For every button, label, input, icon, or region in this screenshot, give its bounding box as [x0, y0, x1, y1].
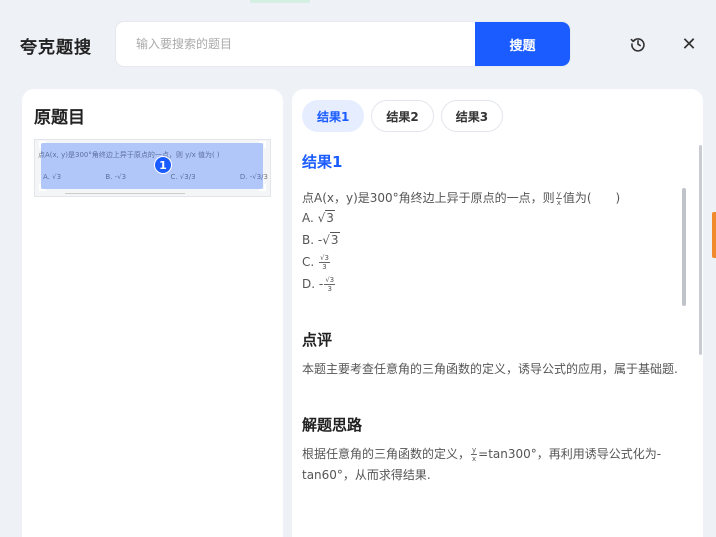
- result-heading: 结果1: [302, 153, 343, 171]
- content-scrollbar-thumb[interactable]: [682, 188, 686, 306]
- fraction-numerator: y: [471, 446, 478, 455]
- tab-result-2[interactable]: 结果2: [371, 100, 434, 132]
- question-text: 点A(x，y)是300°角终边上异于原点的一点，则 y x 值为( ): [302, 190, 682, 207]
- side-edge-tab[interactable]: [712, 212, 716, 258]
- search-box: 搜题: [116, 22, 570, 66]
- option-d: D. - √3 3: [302, 273, 682, 295]
- option-b: B. -√3: [302, 229, 682, 251]
- fraction-denominator: x: [556, 199, 561, 207]
- comment-title: 点评: [302, 331, 333, 349]
- comment-text: 本题主要考查任意角的三角函数的定义，诱导公式的应用，属于基础题.: [302, 362, 678, 376]
- option-c-label: C.: [302, 255, 319, 269]
- crop-handle-bottom-left[interactable]: [39, 184, 46, 191]
- fraction-numerator: √3: [319, 254, 330, 263]
- original-question-panel: 原题目 点A(x, y)是300°角终边上异于原点的一点，则 y/x 值为( )…: [22, 89, 283, 537]
- approach-fraction: yx: [471, 446, 478, 463]
- tab-result-1[interactable]: 结果1: [302, 100, 365, 132]
- question-thumbnail[interactable]: 点A(x, y)是300°角终边上异于原点的一点，则 y/x 值为( ) A. …: [34, 139, 271, 197]
- close-icon[interactable]: ✕: [677, 32, 701, 56]
- original-question-title: 原题目: [34, 108, 85, 128]
- sqrt-sign: √: [322, 233, 330, 247]
- results-panel: 结果1 结果2 结果3 结果1 点A(x，y)是300°角终边上异于原点的一点，…: [292, 89, 703, 537]
- question-fraction: yx: [555, 190, 562, 207]
- fraction-denominator: 3: [322, 263, 327, 271]
- option-c-radicand: 3: [324, 254, 329, 262]
- tab-result-3[interactable]: 结果3: [440, 100, 504, 132]
- crop-handle-top-left[interactable]: [39, 141, 46, 148]
- option-a-label: A.: [302, 211, 318, 225]
- fraction-denominator: 3: [327, 285, 332, 293]
- crop-handle-bottom-right[interactable]: [259, 184, 266, 191]
- result-tabs: 结果1 结果2 结果3: [302, 100, 504, 132]
- search-input[interactable]: [116, 22, 475, 66]
- approach-text: 根据任意角的三角函数的定义， y x =tan300°，再利用诱导公式化为-tan60…: [302, 444, 682, 486]
- fraction-numerator: y: [555, 190, 562, 199]
- option-a: A. √3: [302, 207, 682, 229]
- fraction-denominator: x: [472, 455, 477, 463]
- option-b-radicand: 3: [329, 232, 340, 247]
- question-text-start: 点A(x，y)是300°角终边上异于原点的一点，则: [302, 191, 555, 205]
- app-title: 夸克题搜: [20, 38, 92, 58]
- search-button[interactable]: 搜题: [475, 22, 570, 66]
- option-c: C. √3 3: [302, 251, 682, 273]
- option-a-radicand: 3: [325, 210, 335, 225]
- thumbnail-text-line: [65, 193, 185, 194]
- result-content: 结果1 点A(x，y)是300°角终边上异于原点的一点，则 y x 值为( ) A. …: [302, 151, 682, 486]
- option-d-radicand: 3: [329, 276, 335, 284]
- history-icon[interactable]: [626, 32, 650, 56]
- crop-handle-top-right[interactable]: [259, 141, 266, 148]
- approach-text-start: 根据任意角的三角函数的定义，: [302, 447, 471, 461]
- question-number-badge: 1: [154, 156, 172, 174]
- option-d-fraction: √3 3: [324, 276, 336, 293]
- fraction-numerator: √3: [324, 276, 336, 285]
- question-text-end: 值为( ): [562, 191, 621, 205]
- top-accent-strip: [250, 0, 310, 3]
- selection-overlay[interactable]: [41, 143, 263, 189]
- option-b-label: B. -: [302, 233, 323, 247]
- option-c-fraction: √3 3: [319, 254, 330, 271]
- top-bar: 夸克题搜 搜题 ✕: [0, 0, 716, 88]
- option-d-label: D. -: [302, 277, 324, 291]
- panel-scrollbar[interactable]: [699, 145, 702, 355]
- approach-title: 解题思路: [302, 416, 363, 434]
